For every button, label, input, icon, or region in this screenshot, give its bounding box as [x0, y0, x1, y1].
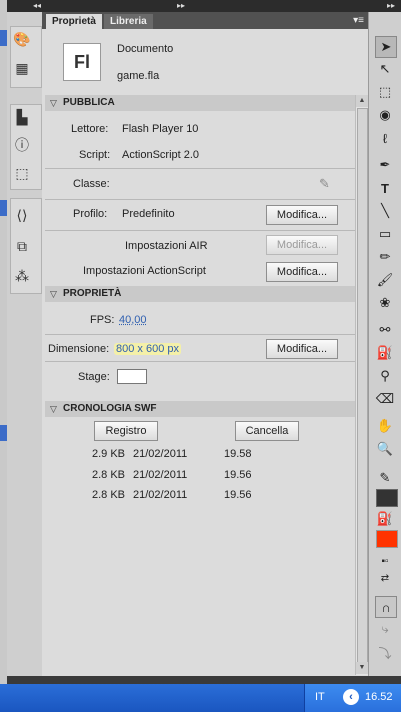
profile-modify-button[interactable]: Modifica...: [266, 205, 338, 225]
actionscript-settings-label: Impostazioni ActionScript: [83, 265, 206, 277]
edit-class-pencil-icon[interactable]: ✎: [319, 176, 330, 192]
lasso-tool-icon[interactable]: ℓ: [375, 128, 395, 148]
log-button[interactable]: Registro: [94, 421, 158, 441]
clear-button[interactable]: Cancella: [235, 421, 299, 441]
line-tool-icon[interactable]: ╲: [375, 201, 395, 221]
player-label: Lettore:: [71, 123, 109, 135]
snap-magnet-icon[interactable]: ∩: [375, 596, 397, 618]
scroll-up-icon[interactable]: ▲: [356, 95, 368, 107]
panel-menu-icon[interactable]: ▾≡: [353, 15, 364, 26]
collapse-right-icon[interactable]: ▸▸: [387, 0, 395, 12]
transform-icon[interactable]: ⬚: [12, 163, 32, 183]
fps-value[interactable]: 40,00: [119, 314, 147, 326]
3d-rotation-tool-icon[interactable]: ◉: [375, 105, 395, 125]
stage-label: Stage:: [78, 371, 110, 383]
free-transform-tool-icon[interactable]: ⬚: [375, 82, 395, 102]
section-publish[interactable]: ▽ PUBBLICA: [45, 95, 355, 111]
history-time: 19.56: [224, 489, 252, 501]
deco-tool-icon[interactable]: ❀: [375, 293, 395, 313]
size-value: 800 x 600 px: [114, 343, 181, 355]
fill-color-bucket-icon[interactable]: ⛽: [375, 509, 395, 529]
history-size: 2.8 KB: [92, 469, 126, 481]
components-icon[interactable]: ⧉: [12, 236, 32, 256]
flash-document-icon: Fl: [63, 43, 101, 81]
collapse-panel-icon[interactable]: ▸▸: [177, 0, 185, 12]
paint-bucket-tool-icon[interactable]: ⛽: [375, 343, 395, 363]
section-properties-title: PROPRIETÀ: [63, 288, 122, 299]
show-hidden-icons-icon[interactable]: ‹: [343, 689, 359, 705]
profile-label: Profilo:: [73, 208, 108, 220]
actionscript-modify-button[interactable]: Modifica...: [266, 262, 338, 282]
info-icon[interactable]: ⓘ: [12, 135, 32, 155]
expand-triangle-icon: ▽: [50, 289, 57, 299]
section-swf-history[interactable]: ▽ CRONOLOGIA SWF: [45, 401, 355, 417]
air-settings-label: Impostazioni AIR: [125, 240, 208, 252]
subselection-tool-icon[interactable]: ↖: [375, 59, 395, 79]
taskbar: IT ‹ 16.52: [0, 684, 401, 712]
eraser-tool-icon[interactable]: ⌫: [375, 389, 395, 409]
document-header: Fl Documento game.fla: [42, 29, 354, 95]
swap-colors-icon[interactable]: ⇄: [375, 568, 395, 588]
rectangle-tool-icon[interactable]: ▭: [375, 224, 395, 244]
stage-color-swatch[interactable]: [117, 369, 147, 384]
tab-properties[interactable]: Proprietà: [46, 14, 102, 29]
zoom-tool-icon[interactable]: 🔍: [375, 439, 395, 459]
background-window-edge: [0, 0, 7, 684]
eyedropper-tool-icon[interactable]: ⚲: [375, 366, 395, 386]
history-size: 2.8 KB: [92, 489, 126, 501]
script-value: ActionScript 2.0: [122, 149, 200, 161]
pencil-tool-icon[interactable]: ✏: [375, 247, 395, 267]
color-swatches-icon[interactable]: 🎨: [12, 29, 32, 49]
expand-triangle-icon: ▽: [50, 98, 57, 108]
scroll-down-icon[interactable]: ▼: [356, 662, 368, 674]
class-label: Classe:: [73, 178, 110, 190]
pen-tool-icon[interactable]: ✒: [375, 155, 395, 175]
script-label: Script:: [79, 149, 111, 161]
stroke-color-pencil-icon[interactable]: ✎: [375, 468, 395, 488]
bone-tool-icon[interactable]: ⚯: [375, 320, 395, 340]
properties-panel: Proprietà Libreria ▾≡ Fl Documento game.…: [42, 12, 368, 676]
brush-tool-icon[interactable]: 🖌: [375, 270, 395, 290]
history-size: 2.9 KB: [92, 448, 126, 460]
player-value: Flash Player 10: [122, 123, 199, 135]
stroke-color-swatch[interactable]: [376, 489, 398, 507]
size-modify-button[interactable]: Modifica...: [266, 339, 338, 359]
document-label: Documento: [117, 43, 174, 55]
history-date: 21/02/2011: [133, 448, 188, 460]
tab-library[interactable]: Libreria: [104, 14, 153, 29]
size-label: Dimensione:: [48, 343, 110, 355]
align-icon[interactable]: ▙: [12, 107, 32, 127]
vertical-scrollbar[interactable]: ▲ ▼: [355, 95, 368, 675]
history-date: 21/02/2011: [133, 489, 188, 501]
section-publish-title: PUBBLICA: [63, 97, 115, 108]
scroll-thumb[interactable]: [357, 108, 368, 663]
history-date: 21/02/2011: [133, 469, 188, 481]
left-panel-dock: 🎨 ▦ ▙ ⓘ ⬚ ⟨⟩ ⧉ ⁂: [7, 12, 43, 676]
straighten-icon[interactable]: ⤵: [375, 642, 395, 662]
swatches-grid-icon[interactable]: ▦: [12, 58, 32, 78]
text-tool-icon[interactable]: T: [375, 178, 395, 198]
panel-title-bar: ◂◂ ▸▸ ▸▸: [7, 0, 401, 12]
clock[interactable]: 16.52: [365, 691, 393, 703]
fill-color-swatch[interactable]: [376, 530, 398, 548]
collapse-left-icon[interactable]: ◂◂: [33, 0, 41, 12]
history-time: 19.58: [224, 448, 252, 460]
selection-tool-icon[interactable]: ➤: [375, 36, 397, 58]
tools-panel: ➤ ↖ ⬚ ◉ ℓ ✒ T ╲ ▭ ✏ 🖌 ❀ ⚯ ⛽ ⚲ ⌫ ✋ 🔍 ✎ ⛽ …: [368, 12, 401, 676]
history-time: 19.56: [224, 469, 252, 481]
panel-tabs: Proprietà Libreria ▾≡: [42, 12, 368, 29]
section-history-title: CRONOLOGIA SWF: [63, 403, 157, 414]
fps-label: FPS:: [90, 314, 115, 326]
actions-icon[interactable]: ⟨⟩: [12, 205, 32, 225]
document-filename: game.fla: [117, 70, 160, 82]
expand-triangle-icon: ▽: [50, 404, 57, 414]
section-properties[interactable]: ▽ PROPRIETÀ: [45, 286, 355, 302]
air-modify-button[interactable]: Modifica...: [266, 235, 338, 255]
profile-value: Predefinito: [122, 208, 175, 220]
smooth-icon[interactable]: ⤷: [375, 619, 395, 639]
hand-tool-icon[interactable]: ✋: [375, 416, 395, 436]
language-indicator[interactable]: IT: [315, 691, 325, 703]
system-tray: IT ‹ 16.52: [304, 684, 401, 712]
motion-presets-icon[interactable]: ⁂: [12, 266, 32, 286]
